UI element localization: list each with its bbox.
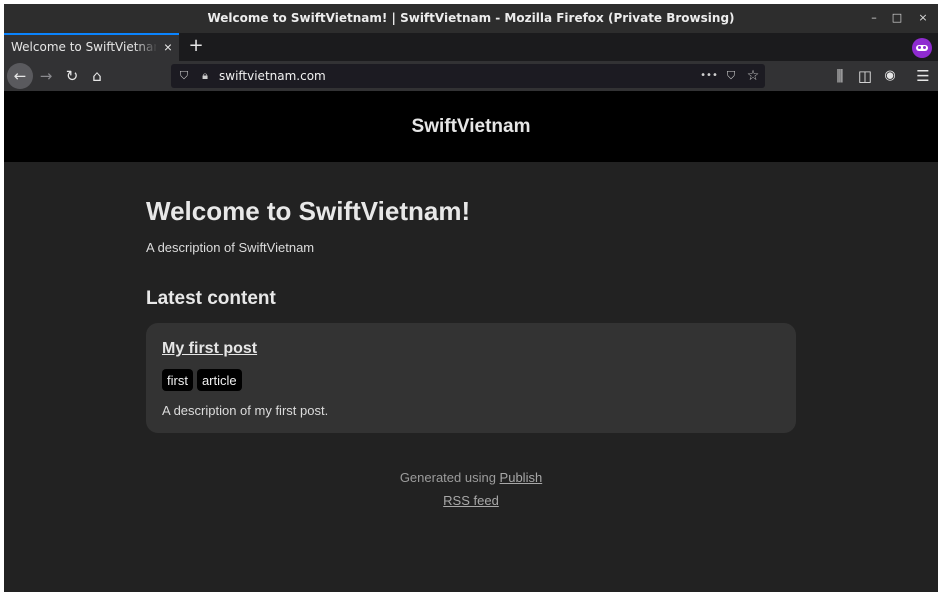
- reload-button[interactable]: ↻: [61, 65, 83, 87]
- navigation-toolbar: ← → ↻ ⌂ ⛉ 🔒︎ swiftvietnam.com ••• ⛉ ☆ ⫼ …: [4, 61, 938, 91]
- page-content: SwiftVietnam Welcome to SwiftVietnam! A …: [4, 91, 938, 592]
- home-button[interactable]: ⌂: [86, 65, 108, 87]
- new-tab-button[interactable]: +: [186, 36, 206, 56]
- tracking-shield-icon[interactable]: ⛉: [176, 68, 192, 84]
- minimize-button[interactable]: –: [866, 10, 882, 26]
- site-description: A description of SwiftVietnam: [146, 240, 315, 255]
- url-bar[interactable]: ⛉ 🔒︎ swiftvietnam.com ••• ⛉ ☆: [171, 64, 765, 88]
- title-bar: Welcome to SwiftVietnam! | SwiftVietnam …: [4, 4, 938, 33]
- menu-icon[interactable]: ☰: [912, 65, 934, 87]
- insecure-lock-icon[interactable]: 🔒︎: [197, 68, 213, 84]
- forward-button[interactable]: →: [35, 65, 57, 87]
- rss-feed-link[interactable]: RSS feed: [443, 493, 499, 508]
- private-browsing-icon: [912, 38, 932, 58]
- footer-generated: Generated using Publish: [4, 470, 938, 485]
- url-text[interactable]: swiftvietnam.com: [219, 69, 326, 83]
- pocket-icon[interactable]: ⛉: [723, 68, 739, 84]
- tag-first[interactable]: first: [162, 369, 193, 391]
- back-button[interactable]: ←: [7, 63, 33, 89]
- tab-active[interactable]: Welcome to SwiftVietnam! | SwiftVietnam …: [4, 33, 179, 61]
- post-tags: first article: [162, 369, 242, 391]
- firefox-window: Welcome to SwiftVietnam! | SwiftVietnam …: [4, 4, 938, 592]
- tab-strip: Welcome to SwiftVietnam! | SwiftVietnam …: [4, 33, 938, 61]
- window-title: Welcome to SwiftVietnam! | SwiftVietnam …: [207, 11, 735, 25]
- site-header: SwiftVietnam: [4, 91, 938, 162]
- post-description: A description of my first post.: [162, 403, 329, 418]
- site-name-link[interactable]: SwiftVietnam: [4, 116, 938, 138]
- page-heading: Welcome to SwiftVietnam!: [146, 196, 471, 226]
- footer-generated-text: Generated using: [399, 470, 500, 485]
- bookmark-star-icon[interactable]: ☆: [745, 68, 761, 84]
- post-title-link[interactable]: My first post: [162, 340, 257, 358]
- tab-close-icon[interactable]: ×: [161, 39, 175, 55]
- publish-link[interactable]: Publish: [500, 470, 543, 485]
- close-window-button[interactable]: ×: [915, 10, 931, 26]
- post-card: My first post first article A descriptio…: [146, 323, 796, 433]
- page-actions-icon[interactable]: •••: [699, 68, 719, 84]
- latest-content-heading: Latest content: [146, 288, 276, 309]
- sidebar-icon[interactable]: ◫: [854, 65, 876, 87]
- account-icon[interactable]: ◉: [879, 65, 901, 87]
- footer-rss: RSS feed: [4, 493, 938, 508]
- library-icon[interactable]: ⫼: [829, 65, 851, 87]
- maximize-button[interactable]: □: [889, 10, 905, 26]
- tag-article[interactable]: article: [196, 369, 242, 391]
